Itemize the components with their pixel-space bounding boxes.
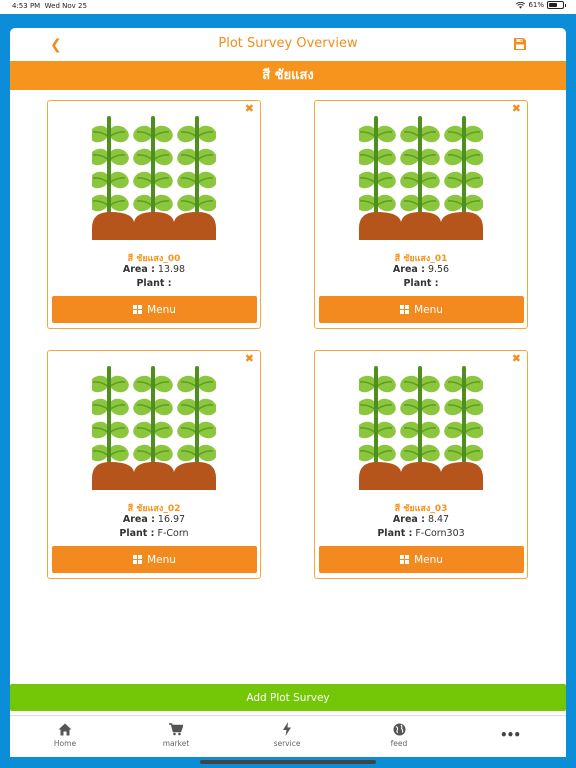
plant-value: F-Corn	[157, 528, 189, 539]
home-icon	[58, 723, 72, 735]
tab-more[interactable]: •••	[475, 721, 545, 745]
area-label: Area :	[392, 514, 425, 525]
plot-card[interactable]: ✖ สี ชัยแสง_01 Area : 9.56 Plant : Menu	[314, 100, 528, 329]
plant-label: Plant :	[403, 278, 439, 289]
menu-button[interactable]: Menu	[319, 546, 524, 573]
plot-card[interactable]: ✖ สี ชัยแสง_02 Area : 16.97 Plant : F-Corn M…	[47, 350, 261, 579]
tab-feed-label: feed	[390, 739, 408, 748]
status-time-text: 4:53 PM	[12, 2, 41, 10]
app-window: ❮ Plot Survey Overview สี ชัยแสง ✖ สี ชัย…	[10, 28, 566, 757]
home-indicator	[200, 760, 376, 764]
tab-feed[interactable]: feed	[364, 721, 434, 748]
plant-label: Plant :	[377, 528, 413, 539]
plot-area: Area : 8.47	[315, 514, 527, 525]
plot-area: Area : 13.98	[48, 264, 260, 275]
plant-illustration	[92, 116, 216, 240]
plant-label: Plant :	[136, 278, 172, 289]
grid-icon	[400, 305, 410, 314]
tab-service[interactable]: service	[252, 721, 322, 748]
plot-name: สี ชัยแสง_02	[127, 504, 181, 514]
section-header: สี ชัยแสง	[10, 61, 566, 90]
grid-icon	[133, 305, 143, 314]
plot-name: สี ชัยแสง_03	[394, 504, 448, 514]
tab-market-label: market	[162, 739, 190, 748]
plot-name: สี ชัยแสง_01	[394, 254, 448, 264]
battery-fill	[549, 3, 557, 7]
plot-area: Area : 16.97	[48, 514, 260, 525]
save-icon[interactable]	[514, 38, 526, 50]
area-label: Area :	[122, 514, 155, 525]
plant-label: Plant :	[119, 528, 155, 539]
add-plot-survey-button[interactable]: Add Plot Survey	[10, 684, 566, 711]
top-accent-strip	[0, 14, 576, 28]
more-icon: •••	[499, 728, 521, 742]
plant-illustration	[359, 366, 483, 490]
battery-icon	[547, 1, 566, 9]
plant-illustration	[359, 116, 483, 240]
plot-card[interactable]: ✖ สี ชัยแสง_03 Area : 8.47 Plant : F-Corn30…	[314, 350, 528, 579]
menu-label: Menu	[147, 553, 176, 566]
grid-icon	[400, 555, 410, 564]
area-value: 16.97	[157, 514, 186, 525]
cart-icon	[169, 722, 183, 735]
grid-icon	[133, 555, 143, 564]
plant-value: F-Corn303	[415, 528, 465, 539]
close-icon[interactable]: ✖	[245, 102, 254, 115]
page-title: Plot Survey Overview	[218, 36, 358, 51]
plot-name: สี ชัยแสง_00	[127, 254, 181, 264]
tab-market[interactable]: market	[141, 721, 211, 748]
nav-header: ❮ Plot Survey Overview	[10, 28, 566, 61]
close-icon[interactable]: ✖	[512, 352, 521, 365]
status-bar: 4:53 PM Wed Nov 25 61%	[0, 0, 576, 14]
status-time: 4:53 PM Wed Nov 25	[12, 2, 87, 10]
tab-service-label: service	[273, 739, 301, 748]
plot-plant: Plant : F-Corn	[48, 528, 260, 539]
tab-home-label: Home	[53, 739, 77, 748]
close-icon[interactable]: ✖	[512, 102, 521, 115]
battery-percent: 61%	[528, 1, 544, 9]
area-value: 13.98	[157, 264, 186, 275]
tab-bar: Home market service feed •••	[10, 715, 566, 757]
globe-icon	[393, 723, 405, 735]
wifi-icon	[516, 1, 526, 9]
status-right: 61%	[516, 1, 566, 9]
area-value: 9.56	[427, 264, 450, 275]
plot-plant: Plant : F-Corn303	[315, 528, 527, 539]
area-label: Area :	[392, 264, 425, 275]
menu-button[interactable]: Menu	[319, 296, 524, 323]
menu-label: Menu	[147, 303, 176, 316]
plot-plant: Plant :	[48, 278, 260, 289]
plot-plant: Plant :	[315, 278, 527, 289]
area-value: 8.47	[427, 514, 450, 525]
tab-home[interactable]: Home	[30, 721, 100, 748]
menu-button[interactable]: Menu	[52, 546, 257, 573]
bolt-icon	[283, 722, 291, 736]
menu-button[interactable]: Menu	[52, 296, 257, 323]
plot-area: Area : 9.56	[315, 264, 527, 275]
menu-label: Menu	[414, 303, 443, 316]
area-label: Area :	[122, 264, 155, 275]
plot-card[interactable]: ✖ สี ชัยแสง_00 Area : 13.98 Plant : Menu	[47, 100, 261, 329]
status-date: Wed Nov 25	[44, 2, 87, 10]
close-icon[interactable]: ✖	[245, 352, 254, 365]
plant-illustration	[92, 366, 216, 490]
menu-label: Menu	[414, 553, 443, 566]
